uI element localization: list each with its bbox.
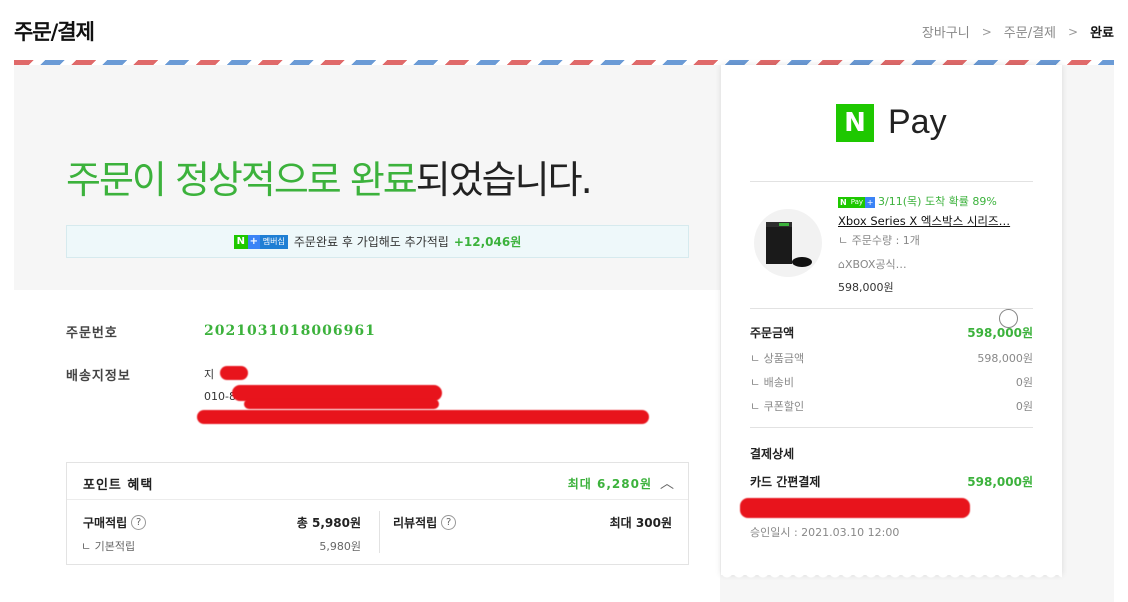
order-quantity: ㄴ 주문수량 : 1개 (838, 234, 920, 247)
payment-detail-label: 결제상세 (750, 447, 795, 461)
npay-receipt: N Pay N Pay +3/11(목) 도착 확률 89% Xbox Series… (721, 65, 1062, 575)
order-amount-value: 598,000원 (967, 326, 1033, 340)
point-benefit-max: 최대 6,280원 (567, 477, 652, 491)
chevron-right-icon: > (1068, 24, 1079, 39)
membership-text: 주문완료 후 가입해도 추가적립 (293, 235, 449, 249)
breadcrumb: 장바구니 > 주문/결제 > 완료 (922, 22, 1114, 42)
order-number: 2021031018006961 (204, 323, 376, 339)
review-points-value: 최대 300원 (609, 516, 672, 530)
point-benefit-title: 포인트 혜택 (83, 478, 154, 493)
receipt-torn-edge (721, 572, 1062, 582)
home-icon: ⌂ (838, 258, 845, 271)
point-benefit-box: 포인트 혜택 최대 6,280원 ︿ 구매적립? 총 5,980원 ㄴ 기본적립… (66, 462, 689, 565)
pay-logo-text: Pay (888, 103, 947, 141)
approval-time: 승인일시 : 2021.03.10 12:00 (750, 524, 1033, 540)
hero-section: 주문이 정상적으로 완료되었습니다. N + 멤버십 주문완료 후 가입해도 추가적… (14, 65, 720, 290)
shipping-fee-value: 0원 (1015, 376, 1033, 389)
redaction-mark (740, 498, 970, 518)
order-amount-row: 주문금액 598,000원 (750, 324, 1033, 341)
payment-detail-row: 결제상세 (750, 445, 1033, 462)
basic-points-label: ㄴ 기본적립 (81, 540, 136, 553)
redaction-mark (197, 410, 649, 424)
naver-plus-membership-icon: N + 멤버십 (233, 234, 288, 249)
page-title: 주문/결제 (14, 20, 95, 44)
card-payment-row: 카드 간편결제 598,000원 (750, 473, 1033, 490)
product-name-link[interactable]: Xbox Series X 엑스박스 시리즈… (838, 213, 1010, 229)
shipping-name: 지 (204, 368, 215, 381)
naver-n-icon: N (836, 103, 874, 142)
shipping-fee-row: ㄴ 배송비 0원 (750, 374, 1033, 390)
product-amount-value: 598,000원 (977, 352, 1033, 365)
divider (750, 308, 1033, 309)
purchase-points-value: 총 5,980원 (296, 516, 361, 530)
divider (750, 427, 1033, 428)
coupon-label: ㄴ 쿠폰할인 (750, 400, 805, 413)
help-icon[interactable]: ? (131, 515, 147, 530)
npay-logo: N Pay (836, 103, 947, 142)
completion-message: 주문이 정상적으로 완료되었습니다. (66, 149, 593, 204)
breadcrumb-checkout[interactable]: 주문/결제 (1004, 22, 1056, 41)
card-payment-label: 카드 간편결제 (750, 475, 821, 489)
review-points-label: 리뷰적립? (393, 514, 457, 531)
breadcrumb-complete: 완료 (1090, 26, 1114, 41)
chevron-up-icon[interactable]: ︿ (660, 473, 674, 493)
completion-message-rest: 되었습니다. (415, 158, 593, 202)
approval-time-text: 승인일시 : 2021.03.10 12:00 (750, 526, 900, 539)
help-icon[interactable]: ? (441, 515, 457, 530)
breadcrumb-cart[interactable]: 장바구니 (922, 22, 970, 41)
product-price: 598,000원 (838, 281, 894, 294)
shipping-fee-label: ㄴ 배송비 (750, 376, 794, 389)
order-number-label: 주문번호 (66, 326, 118, 341)
coupon-value: 0원 (1015, 400, 1033, 413)
basic-points-value: 5,980원 (319, 540, 361, 553)
product-amount-label: ㄴ 상품금액 (750, 352, 805, 365)
divider (379, 511, 380, 553)
redaction-mark (244, 399, 439, 409)
coupon-row: ㄴ 쿠폰할인 0원 (750, 398, 1033, 414)
membership-banner[interactable]: N + 멤버십 주문완료 후 가입해도 추가적립 +12,046원 (66, 225, 689, 258)
order-info-section: 주문번호 2021031018006961 배송지정보 지 010-8 포인트 … (14, 290, 720, 602)
product-amount-row: ㄴ 상품금액 598,000원 (750, 350, 1033, 366)
order-amount-label: 주문금액 (750, 326, 795, 340)
purchase-points-label: 구매적립? (83, 514, 147, 531)
xbox-product-image[interactable] (752, 208, 824, 278)
membership-points: +12,046원 (453, 235, 522, 249)
divider (750, 181, 1033, 182)
delivery-estimate: N Pay +3/11(목) 도착 확률 89% (838, 195, 997, 208)
chevron-right-icon: > (981, 24, 992, 39)
redaction-mark (220, 366, 248, 380)
page-header: 주문/결제 장바구니 > 주문/결제 > 완료 (0, 0, 1128, 60)
shipping-info-label: 배송지정보 (66, 369, 131, 384)
completion-message-highlight: 주문이 정상적으로 완료 (66, 158, 418, 202)
point-benefit-header[interactable]: 포인트 혜택 최대 6,280원 ︿ (67, 463, 688, 500)
npay-plus-icon: N Pay + (838, 196, 876, 208)
seller-store[interactable]: ⌂XBOX공식… (838, 256, 907, 272)
card-payment-value: 598,000원 (967, 475, 1033, 489)
